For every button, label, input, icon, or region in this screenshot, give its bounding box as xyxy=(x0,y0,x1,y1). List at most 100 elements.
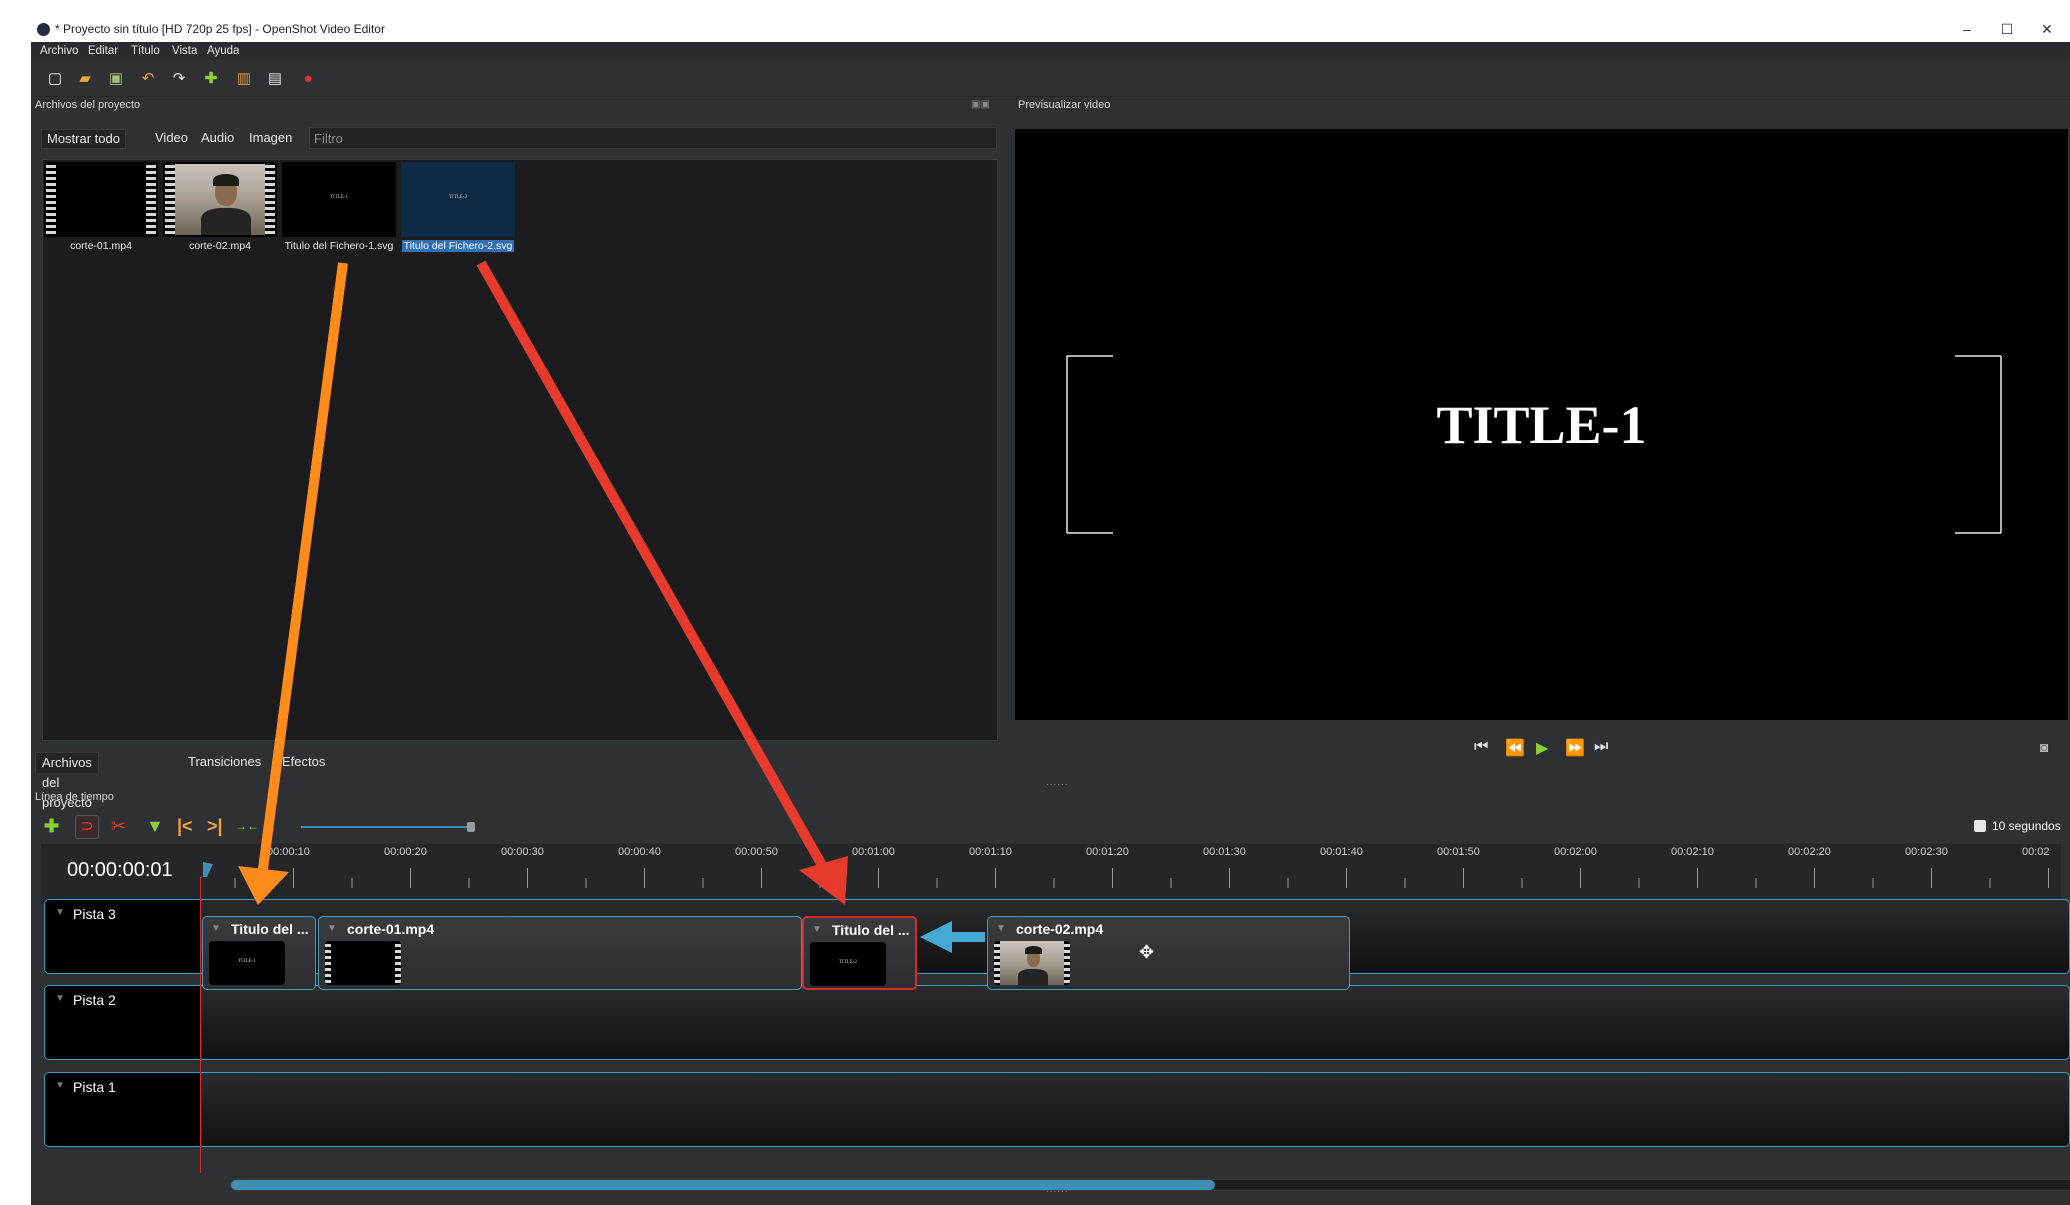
profile-icon[interactable]: ▥ xyxy=(235,70,253,88)
playhead-line[interactable] xyxy=(200,877,201,1173)
preview-title-text: TITLE-1 xyxy=(1436,395,1647,455)
ruler-label: 00:02:30 xyxy=(1905,846,1948,858)
track-row[interactable]: ▼ Pista 1 xyxy=(44,1072,2070,1147)
timeline-clip-highlighted[interactable]: ▼ Titulo del ... TITLE-2 xyxy=(802,916,917,990)
person-hair xyxy=(1025,946,1042,954)
track-menu-icon[interactable]: ▼ xyxy=(55,993,65,1004)
menu-archivo[interactable]: Archivo xyxy=(40,42,78,60)
filter-show-all[interactable]: Mostrar todo xyxy=(41,129,126,149)
move-cursor-icon: ✥ xyxy=(1139,942,1155,962)
new-project-icon[interactable]: ▢ xyxy=(46,70,64,88)
ruler-label: 00:01:10 xyxy=(969,846,1012,858)
file-item[interactable]: corte-01.mp4 xyxy=(43,162,159,252)
film-strip-icon xyxy=(165,162,175,237)
clip-menu-icon[interactable]: ▼ xyxy=(996,923,1006,934)
title-bar: * Proyecto sin título [HD 720p 25 fps] -… xyxy=(31,17,2070,42)
save-project-icon[interactable]: ▣ xyxy=(107,70,125,88)
ruler-label: 00:00:50 xyxy=(735,846,778,858)
next-marker-icon[interactable]: >| xyxy=(207,817,223,835)
splitter-handle[interactable]: ...... xyxy=(1046,1184,1069,1195)
clip-thumb-text: TITLE-2 xyxy=(838,960,858,965)
tab-project-files[interactable]: Archivos del proyecto xyxy=(35,752,99,810)
timeline-toolbar: ✚ ⊃ ✂ ▼ |< >| →← 10 segundos xyxy=(31,813,2070,839)
timeline-scrollbar[interactable] xyxy=(230,1179,2070,1191)
clip-menu-icon[interactable]: ▼ xyxy=(327,923,337,934)
maximize-button[interactable]: ☐ xyxy=(1987,17,2027,42)
snap-icon[interactable]: ⊃ xyxy=(75,815,99,839)
jump-start-icon[interactable]: ⏮ xyxy=(1474,738,1488,756)
filter-video[interactable]: Video xyxy=(150,129,193,147)
time-ruler[interactable]: 00:00:00:01 00:00:10 00:00:20 00:00:30 00:0… xyxy=(41,844,2061,904)
menu-ayuda[interactable]: Ayuda xyxy=(207,42,239,60)
panel-float-icon[interactable]: ▣▣ xyxy=(971,99,990,110)
file-item[interactable]: corte-02.mp4 xyxy=(162,162,278,252)
file-name: corte-01.mp4 xyxy=(70,240,132,252)
tab-transitions[interactable]: Transiciones xyxy=(182,752,267,772)
import-files-icon[interactable]: ✚ xyxy=(202,70,220,88)
play-icon[interactable]: ▶ xyxy=(1536,738,1548,758)
track-menu-icon[interactable]: ▼ xyxy=(55,1080,65,1091)
clip-menu-icon[interactable]: ▼ xyxy=(211,923,221,934)
track-row[interactable]: ▼ Pista 2 xyxy=(44,985,2070,1060)
film-strip-icon xyxy=(146,162,156,237)
zoom-slider-handle[interactable] xyxy=(467,822,475,832)
file-name: Titulo del Fichero-2.svg xyxy=(400,240,516,252)
splitter-handle[interactable]: ...... xyxy=(1046,777,1069,788)
video-frame-image xyxy=(1000,941,1064,985)
ruler-label: 00:01:40 xyxy=(1320,846,1363,858)
app-window: * Proyecto sin título [HD 720p 25 fps] -… xyxy=(31,17,2070,1205)
clip-name: Titulo del ... xyxy=(231,921,309,937)
minimize-button[interactable]: – xyxy=(1947,17,1987,42)
clip-name: Titulo del ... xyxy=(832,922,910,938)
track-menu-icon[interactable]: ▼ xyxy=(55,907,65,918)
previous-marker-icon[interactable]: |< xyxy=(177,817,193,835)
ruler-label: 00:01:30 xyxy=(1203,846,1246,858)
file-name: Titulo del Fichero-1.svg xyxy=(284,240,394,252)
menu-editar[interactable]: Editar xyxy=(88,42,118,60)
rewind-icon[interactable]: ⏪ xyxy=(1505,738,1525,758)
zoom-slider-track[interactable] xyxy=(301,826,471,828)
add-track-icon[interactable]: ✚ xyxy=(44,817,59,835)
jump-end-icon[interactable]: ⏭ xyxy=(1594,738,1608,756)
ruler-label: 00:02:20 xyxy=(1788,846,1831,858)
file-thumbnail: TITLE-1 xyxy=(282,162,396,237)
tab-effects[interactable]: Efectos xyxy=(276,752,331,772)
timeline-clip[interactable]: ▼ corte-02.mp4 ✥ xyxy=(987,916,1350,990)
camera-icon[interactable]: ◙ xyxy=(2040,739,2048,755)
menu-bar: Archivo Editar Título Vista Ayuda xyxy=(31,42,2070,60)
razor-icon[interactable]: ✂ xyxy=(111,817,126,835)
redo-icon[interactable]: ↷ xyxy=(170,70,188,88)
ruler-label: 00:00:20 xyxy=(384,846,427,858)
filter-audio[interactable]: Audio xyxy=(196,129,239,147)
undo-icon[interactable]: ↶ xyxy=(139,70,157,88)
fullscreen-icon[interactable]: ▤ xyxy=(266,70,284,88)
ruler-label: 00:00:40 xyxy=(618,846,661,858)
file-item-selected[interactable]: TITLE-2 Titulo del Fichero-2.svg xyxy=(400,162,516,252)
ruler-ticks xyxy=(203,862,2049,888)
zoom-checkbox[interactable] xyxy=(1974,820,1986,832)
timeline-clip[interactable]: ▼ corte-01.mp4 xyxy=(318,916,802,990)
menu-vista[interactable]: Vista xyxy=(172,42,197,60)
filter-search-input[interactable]: Filtro xyxy=(309,127,997,149)
film-strip-icon xyxy=(265,162,275,237)
track-name: Pista 1 xyxy=(73,1079,116,1095)
track-header: ▼ Pista 2 xyxy=(45,986,202,1059)
clip-menu-icon[interactable]: ▼ xyxy=(812,924,822,935)
filter-image[interactable]: Imagen xyxy=(244,129,297,147)
film-strip-icon xyxy=(325,941,331,985)
clip-name: corte-01.mp4 xyxy=(347,921,435,937)
menu-titulo[interactable]: Título xyxy=(131,42,160,60)
add-marker-icon[interactable]: ▼ xyxy=(146,817,164,835)
clip-name: corte-02.mp4 xyxy=(1016,921,1104,937)
close-button[interactable]: ✕ xyxy=(2027,17,2067,42)
track-name: Pista 3 xyxy=(73,906,116,922)
open-project-icon[interactable]: ▰ xyxy=(76,70,94,88)
project-files-list: corte-01.mp4 corte-02.mp4 TITLE-1 Titulo… xyxy=(42,159,998,741)
export-video-icon[interactable]: ● xyxy=(299,70,317,88)
timeline-clip[interactable]: ▼ Titulo del ... TITLE-1 xyxy=(202,916,316,990)
center-timeline-icon[interactable]: →← xyxy=(235,817,259,835)
fast-forward-icon[interactable]: ⏩ xyxy=(1565,738,1585,758)
file-item[interactable]: TITLE-1 Titulo del Fichero-1.svg xyxy=(281,162,397,252)
playhead-handle xyxy=(203,862,213,877)
ruler-label: 00:01:50 xyxy=(1437,846,1480,858)
